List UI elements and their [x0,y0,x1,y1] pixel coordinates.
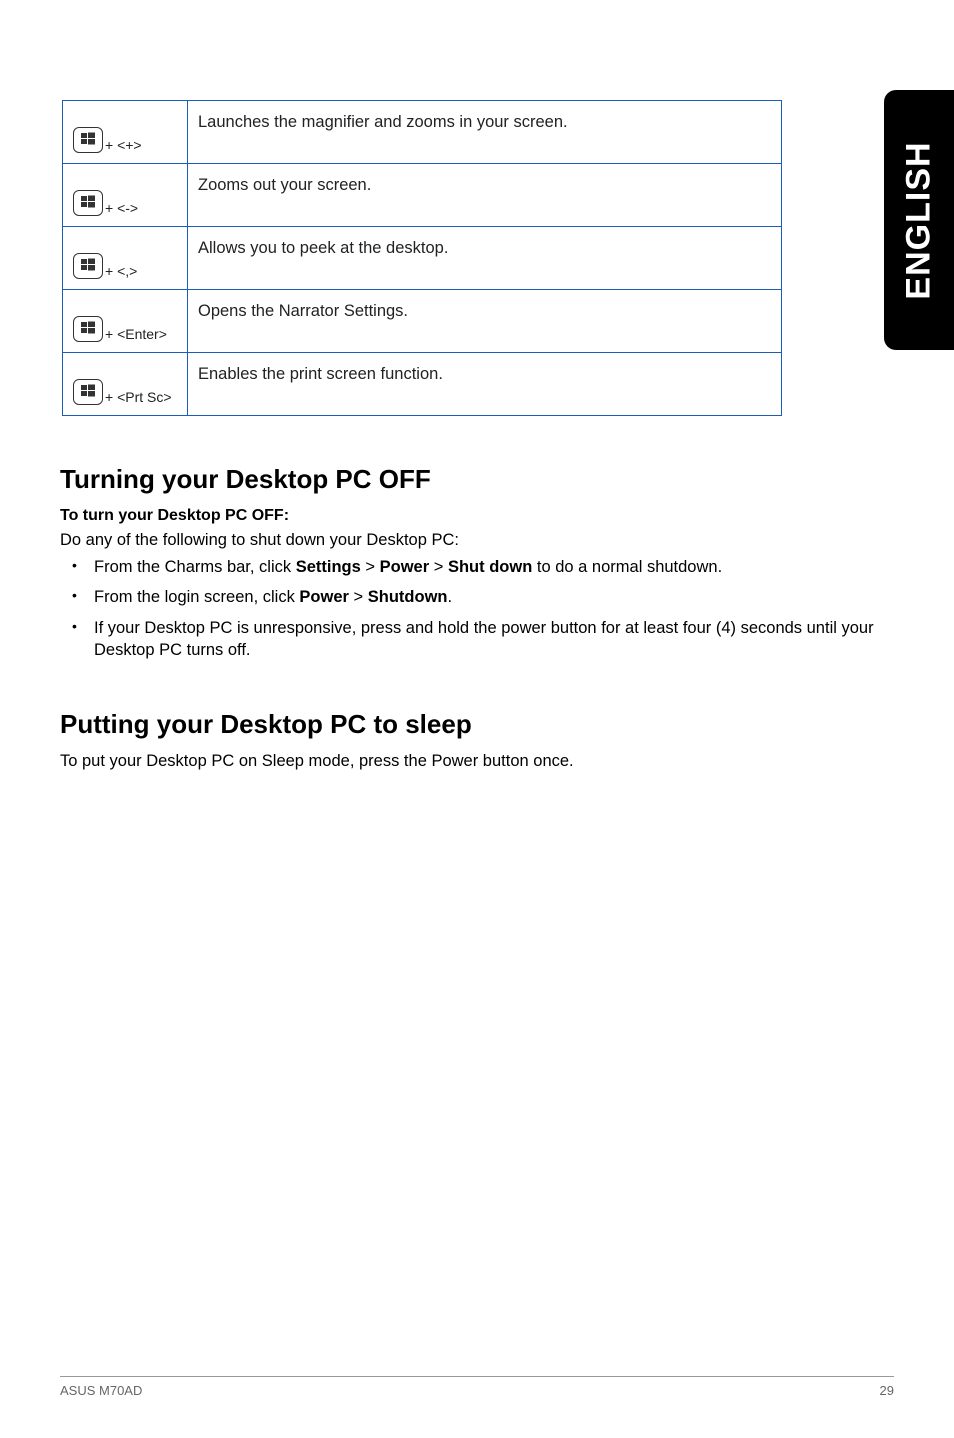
windows-key-icon [73,316,103,342]
keycap-cell: + <+> [63,101,188,164]
list-item: From the Charms bar, click Settings > Po… [60,556,894,578]
windows-key-icon [73,379,103,405]
bold-text: Power [380,558,430,576]
shortcut-description: Zooms out your screen. [188,164,782,227]
key-combo-text: + <Prt Sc> [105,389,172,405]
key-combo-text: + <-> [105,200,138,216]
intro-text: Do any of the following to shut down you… [60,531,894,550]
bold-text: Shutdown [368,588,448,606]
heading-turning-off: Turning your Desktop PC OFF [60,464,894,495]
subheading-turn-off: To turn your Desktop PC OFF: [60,507,894,525]
table-row: + <-> Zooms out your screen. [63,164,782,227]
page-footer: ASUS M70AD 29 [60,1376,894,1398]
table-row: + <,> Allows you to peek at the desktop. [63,227,782,290]
keycap-cell: + <-> [63,164,188,227]
key-combo-text: + <+> [105,137,142,153]
list-item: From the login screen, click Power > Shu… [60,586,894,608]
table-row: + <+> Launches the magnifier and zooms i… [63,101,782,164]
bullet-text: > [429,558,448,576]
key-combo-text: + <,> [105,263,137,279]
key-combo-text: + <Enter> [105,326,167,342]
table-row: + <Enter> Opens the Narrator Settings. [63,290,782,353]
side-tab-label: ENGLISH [900,141,939,299]
shortcut-description: Allows you to peek at the desktop. [188,227,782,290]
bullet-text: > [361,558,380,576]
heading-text-plain: Turning your [60,464,226,494]
shortcut-description: Enables the print screen function. [188,353,782,416]
bullet-text: From the login screen, click [94,588,299,606]
bold-text: Power [299,588,349,606]
bold-text: Shut down [448,558,532,576]
side-tab-english: ENGLISH [884,90,954,350]
list-item: If your Desktop PC is unresponsive, pres… [60,617,894,662]
bullet-list: From the Charms bar, click Settings > Po… [60,556,894,661]
bullet-text: > [349,588,368,606]
body-text-sleep: To put your Desktop PC on Sleep mode, pr… [60,752,894,771]
heading-text-bold: Desktop PC OFF [226,464,431,494]
bullet-text: From the Charms bar, click [94,558,296,576]
shortcuts-table: + <+> Launches the magnifier and zooms i… [62,100,782,416]
bold-text: Settings [296,558,361,576]
keycap-cell: + <,> [63,227,188,290]
windows-key-icon [73,127,103,153]
table-row: + <Prt Sc> Enables the print screen func… [63,353,782,416]
keycap-cell: + <Enter> [63,290,188,353]
shortcut-description: Opens the Narrator Settings. [188,290,782,353]
bullet-text: If your Desktop PC is unresponsive, pres… [94,619,874,659]
windows-key-icon [73,253,103,279]
bullet-text: to do a normal shutdown. [532,558,722,576]
bullet-text: . [447,588,452,606]
keycap-cell: + <Prt Sc> [63,353,188,416]
heading-sleep: Putting your Desktop PC to sleep [60,709,894,740]
shortcut-description: Launches the magnifier and zooms in your… [188,101,782,164]
footer-page-number: 29 [880,1383,894,1398]
footer-model: ASUS M70AD [60,1383,142,1398]
windows-key-icon [73,190,103,216]
